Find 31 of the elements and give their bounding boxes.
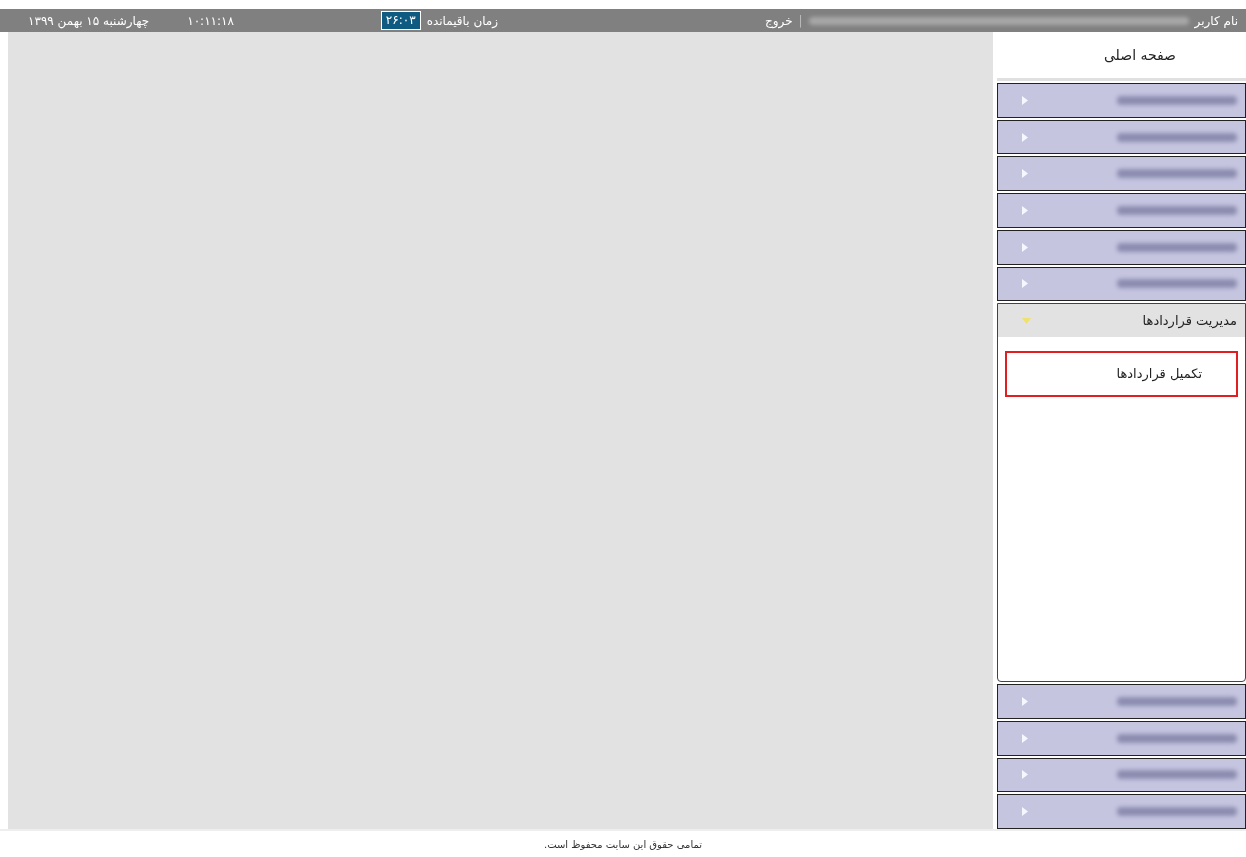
menu-item[interactable] xyxy=(997,266,1246,302)
menu-item[interactable] xyxy=(997,757,1246,793)
down-triangle-icon xyxy=(1022,317,1031,324)
date: چهارشنبه ۱۵ بهمن ۱۳۹۹ xyxy=(28,13,150,28)
separator: | xyxy=(798,13,803,28)
right-triangle-icon xyxy=(1022,770,1028,780)
right-triangle-icon xyxy=(1022,279,1028,289)
right-triangle-icon xyxy=(1022,697,1028,707)
copyright-text: تمامی حقوق این سایت محفوظ است. xyxy=(544,838,702,850)
right-triangle-icon xyxy=(1022,807,1028,817)
right-triangle-icon xyxy=(1022,242,1028,252)
menu-item[interactable] xyxy=(997,119,1246,155)
menu-item[interactable] xyxy=(997,794,1246,830)
menu-item[interactable] xyxy=(997,684,1246,719)
right-triangle-icon xyxy=(1022,205,1028,215)
right-triangle-icon xyxy=(1022,95,1028,105)
menu-item[interactable]: مدیریت قراردادها xyxy=(998,304,1245,338)
menu-item[interactable] xyxy=(997,229,1246,265)
menu-item[interactable] xyxy=(997,156,1246,192)
menu-item[interactable] xyxy=(997,193,1246,228)
remaining-time-label: زمان باقیمانده xyxy=(426,13,499,28)
right-triangle-icon xyxy=(1022,169,1028,179)
clock-time: ۱۰:۱۱:۱۸ xyxy=(187,13,234,28)
logout-link[interactable]: خروج xyxy=(764,13,793,28)
remaining-time: ۲۶:۰۳ xyxy=(380,11,421,30)
menu-item[interactable] xyxy=(997,720,1246,756)
right-triangle-icon xyxy=(1022,132,1028,142)
submenu-item[interactable]: تکمیل قراردادها xyxy=(1005,351,1238,398)
right-triangle-icon xyxy=(1022,733,1028,743)
menu-item[interactable] xyxy=(997,83,1246,118)
user-label: نام کاربر xyxy=(1194,13,1238,28)
